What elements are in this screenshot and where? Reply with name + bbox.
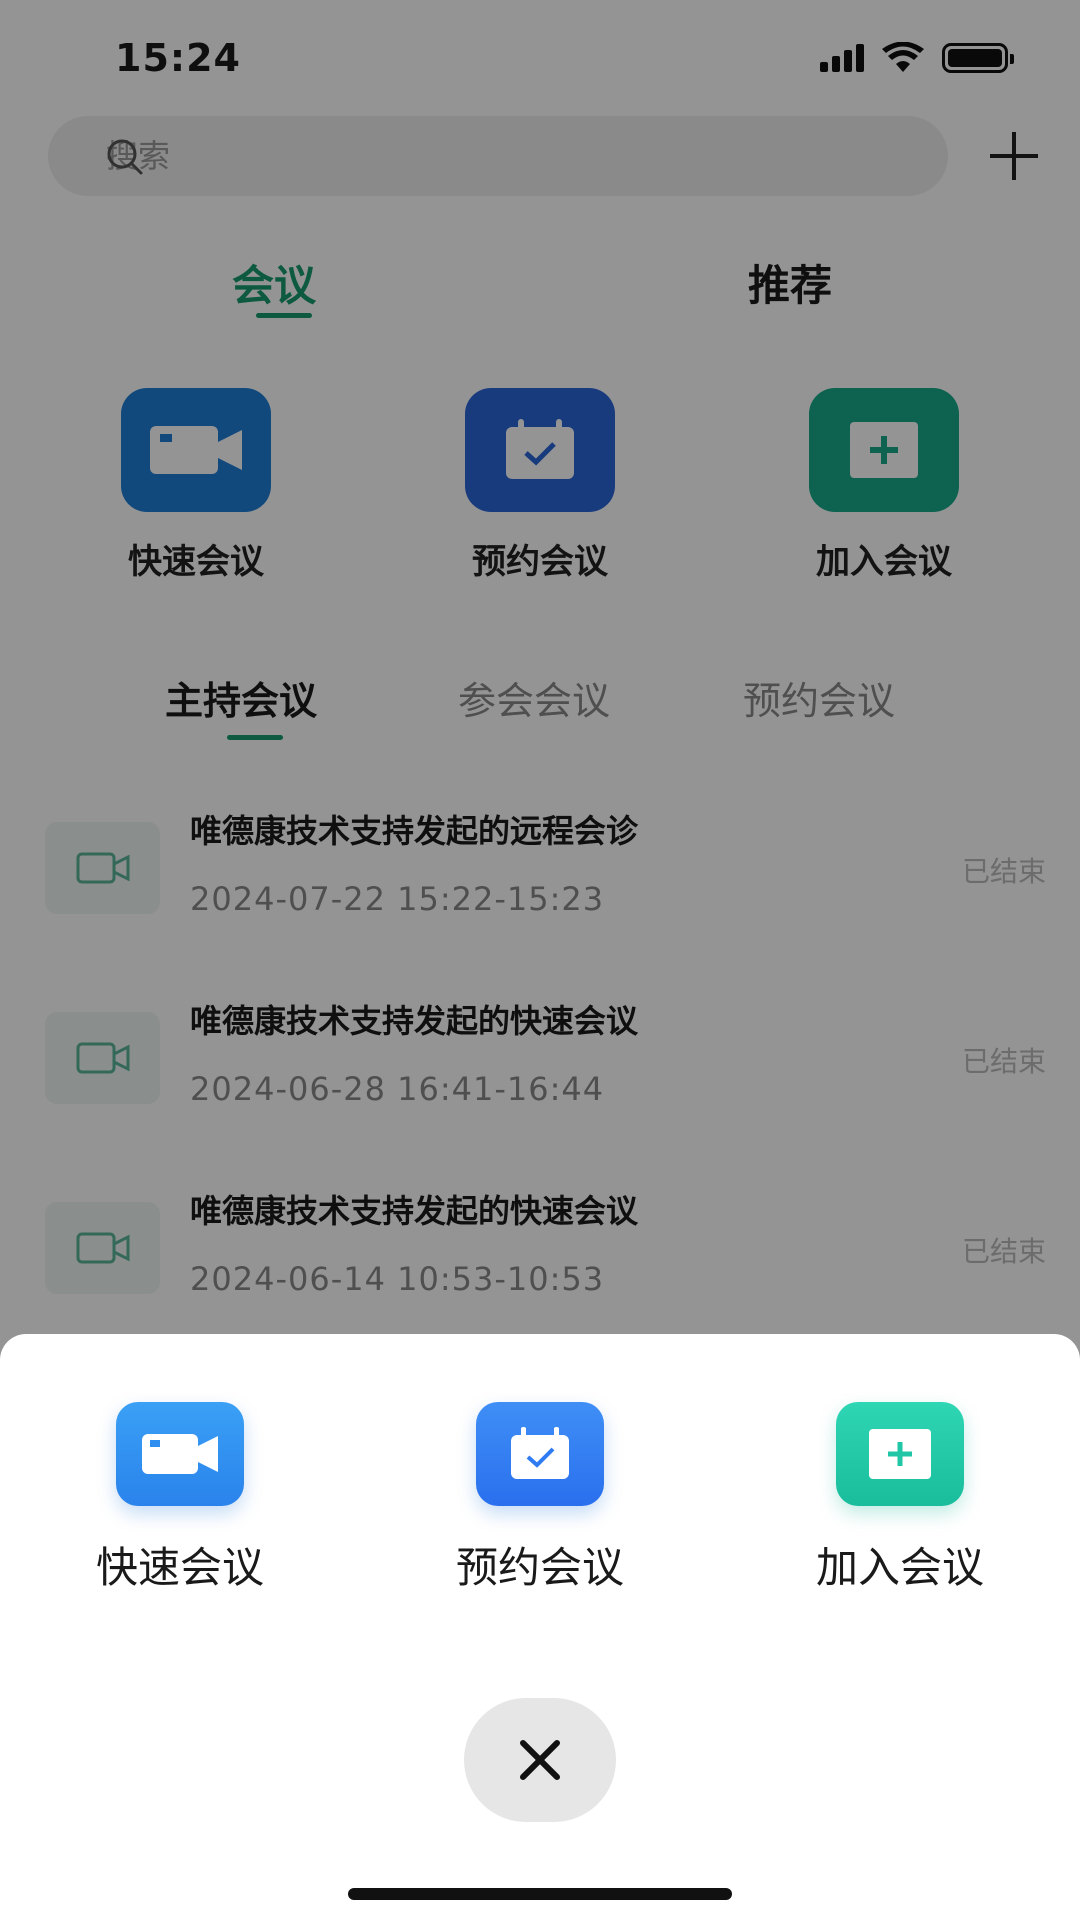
video-camera-icon <box>116 1402 244 1506</box>
join-meeting-label: 加入会议 <box>815 1543 984 1592</box>
add-meeting-icon <box>836 1402 964 1506</box>
schedule-meeting-button[interactable]: 预约会议 <box>410 1402 670 1595</box>
calendar-check-icon <box>476 1402 604 1506</box>
close-button[interactable] <box>464 1698 616 1822</box>
schedule-meeting-label: 预约会议 <box>455 1543 624 1592</box>
action-sheet: 快速会议 预约会议 加入会议 <box>0 1334 1080 1920</box>
meeting-screen: 15:24 会议 推荐 快速会议 <box>0 0 1080 1920</box>
join-meeting-button[interactable]: 加入会议 <box>770 1402 1030 1595</box>
close-icon <box>520 1740 560 1780</box>
quick-meeting-label: 快速会议 <box>95 1543 264 1592</box>
quick-meeting-button[interactable]: 快速会议 <box>50 1402 310 1595</box>
home-indicator[interactable] <box>348 1888 732 1900</box>
